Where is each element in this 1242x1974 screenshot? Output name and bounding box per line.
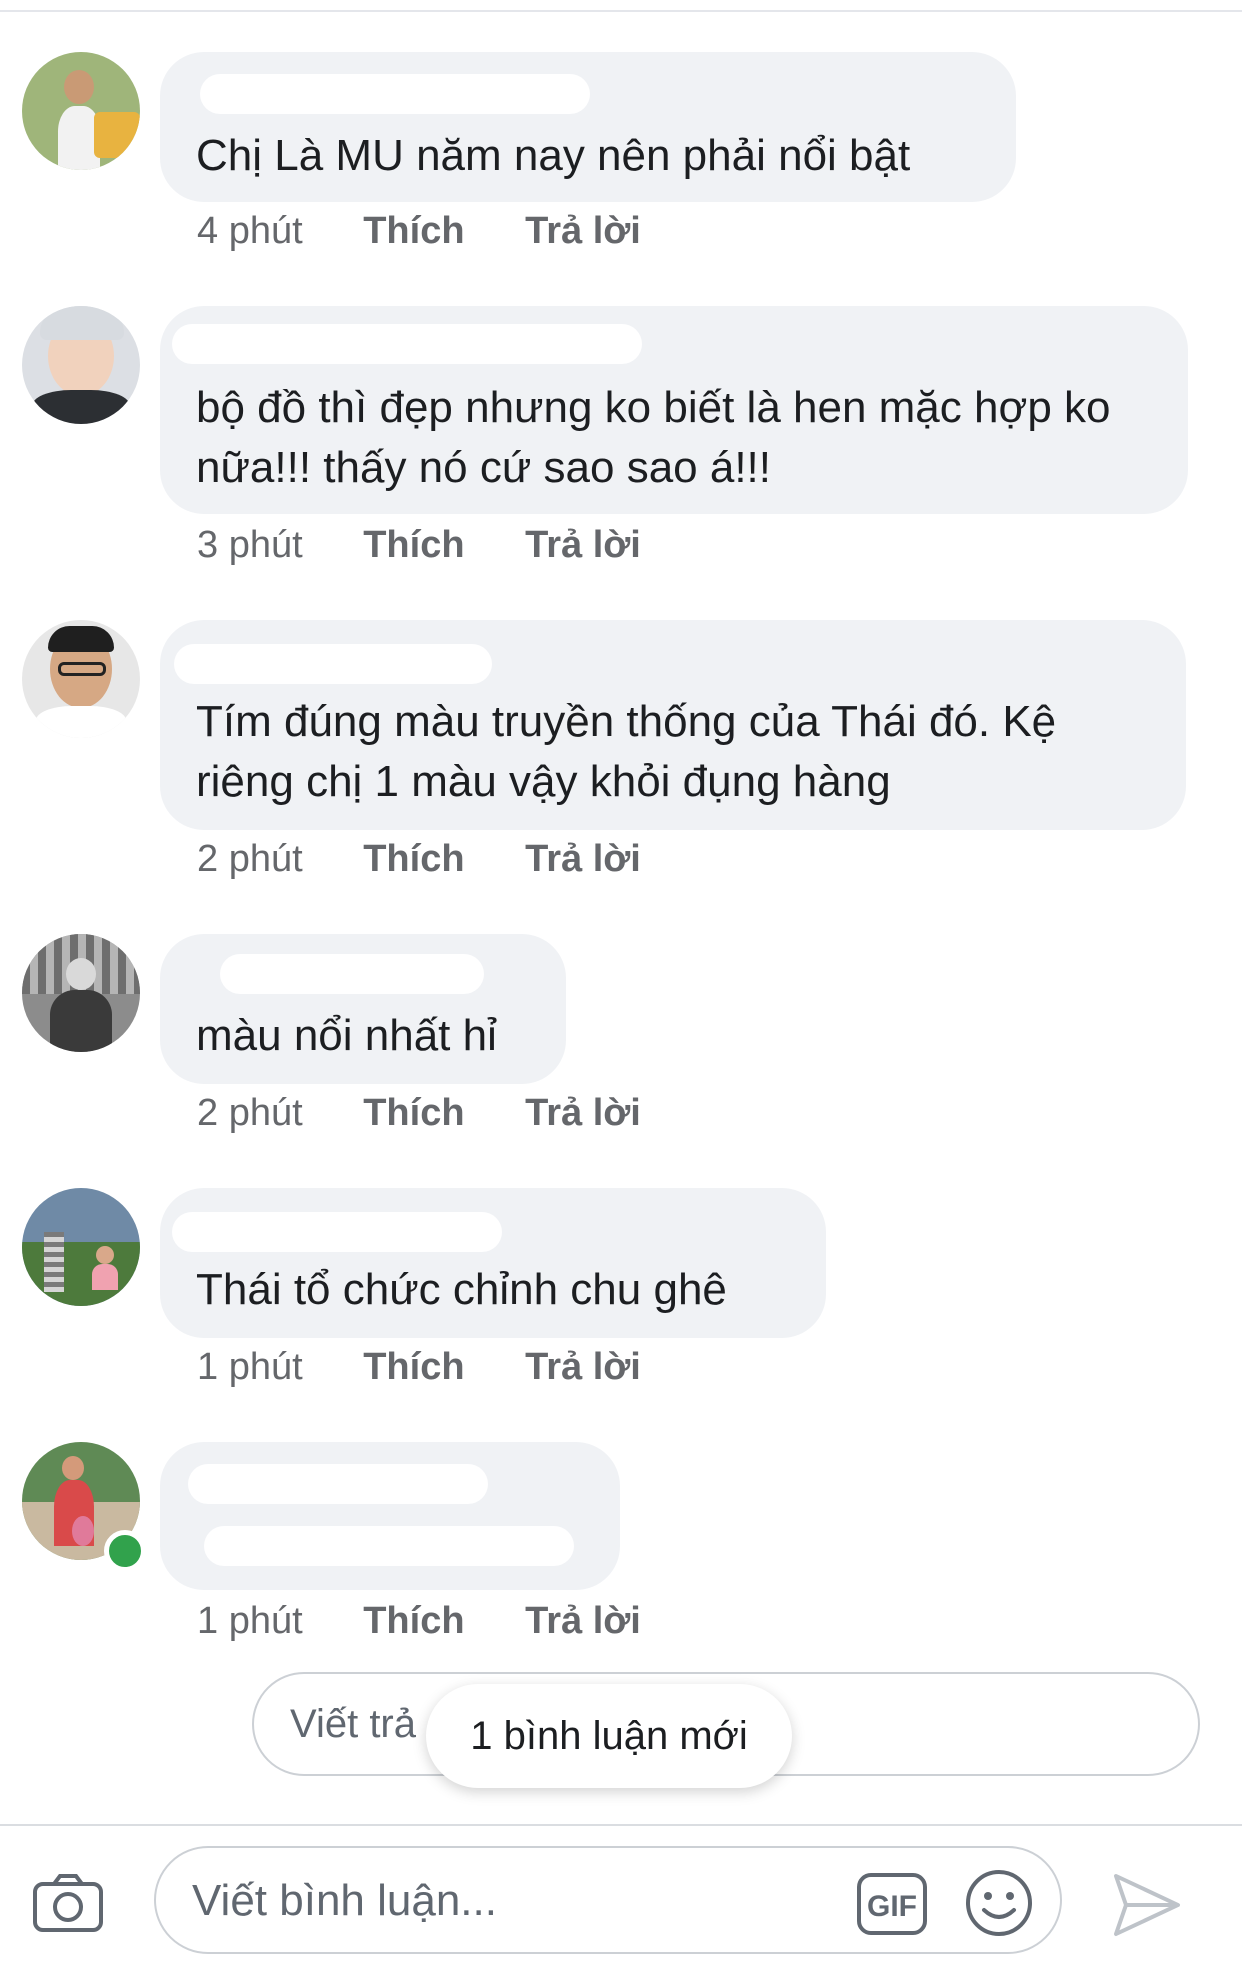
send-icon[interactable] — [1110, 1868, 1184, 1942]
comment-meta: 1 phút Thích Trả lời — [197, 1346, 691, 1389]
reply-link[interactable]: Trả lời — [525, 1600, 641, 1643]
reply-placeholder: Viết trả — [290, 1702, 416, 1746]
comment-placeholder: Viết bình luận... — [192, 1876, 497, 1925]
comment-bubble[interactable]: Chị Là MU năm nay nên phải nổi bật — [160, 52, 1016, 202]
comment-composer: Viết bình luận... GIF — [0, 1824, 1242, 1974]
comment-bubble[interactable]: bộ đồ thì đẹp nhưng ko biết là hen mặc h… — [160, 306, 1188, 514]
comment-text: Tím đúng màu truyền thống của Thái đó. K… — [196, 697, 1057, 806]
emoji-icon[interactable] — [964, 1868, 1034, 1938]
redacted-name — [200, 74, 590, 114]
like-link[interactable]: Thích — [363, 838, 464, 881]
gif-icon[interactable]: GIF — [856, 1872, 928, 1936]
avatar[interactable] — [22, 306, 140, 424]
redacted-text — [204, 1526, 574, 1566]
top-divider — [0, 0, 1242, 12]
comment-bubble[interactable]: màu nổi nhất hỉ — [160, 934, 566, 1084]
comment-text: bộ đồ thì đẹp nhưng ko biết là hen mặc h… — [196, 383, 1111, 492]
comment-text: màu nổi nhất hỉ — [196, 1011, 497, 1060]
comment-meta: 4 phút Thích Trả lời — [197, 210, 691, 253]
like-link[interactable]: Thích — [363, 210, 464, 253]
like-link[interactable]: Thích — [363, 1346, 464, 1389]
reply-link[interactable]: Trả lời — [525, 1346, 641, 1389]
svg-text:GIF: GIF — [867, 1890, 917, 1923]
comment-time: 2 phút — [197, 838, 303, 880]
reply-link[interactable]: Trả lời — [525, 210, 641, 253]
new-comments-button[interactable]: 1 bình luận mới — [426, 1684, 792, 1788]
comment-meta: 2 phút Thích Trả lời — [197, 838, 691, 881]
redacted-name — [172, 324, 642, 364]
redacted-name — [220, 954, 484, 994]
avatar[interactable] — [22, 52, 140, 170]
comment-time: 3 phút — [197, 524, 303, 566]
like-link[interactable]: Thích — [363, 524, 464, 567]
comment-time: 4 phút — [197, 210, 303, 252]
comment-meta: 3 phút Thích Trả lời — [197, 524, 691, 567]
reply-link[interactable]: Trả lời — [525, 1092, 641, 1135]
comment-meta: 2 phút Thích Trả lời — [197, 1092, 691, 1135]
comment-input[interactable]: Viết bình luận... GIF — [154, 1846, 1062, 1954]
avatar[interactable] — [22, 934, 140, 1052]
avatar[interactable] — [22, 1188, 140, 1306]
comment-meta: 1 phút Thích Trả lời — [197, 1600, 691, 1643]
comment-bubble[interactable]: Thái tổ chức chỉnh chu ghê — [160, 1188, 826, 1338]
avatar[interactable] — [22, 620, 140, 738]
like-link[interactable]: Thích — [363, 1600, 464, 1643]
comment-bubble[interactable]: Tím đúng màu truyền thống của Thái đó. K… — [160, 620, 1186, 830]
comment-time: 1 phút — [197, 1600, 303, 1642]
reply-link[interactable]: Trả lời — [525, 524, 641, 567]
comment-time: 1 phút — [197, 1346, 303, 1388]
comment-text: Chị Là MU năm nay nên phải nổi bật — [196, 131, 911, 180]
comment-text: Thái tổ chức chỉnh chu ghê — [196, 1265, 727, 1314]
redacted-name — [172, 1212, 502, 1252]
like-link[interactable]: Thích — [363, 1092, 464, 1135]
comment-time: 2 phút — [197, 1092, 303, 1134]
redacted-name — [188, 1464, 488, 1504]
online-status-icon — [104, 1530, 146, 1572]
reply-link[interactable]: Trả lời — [525, 838, 641, 881]
comment-bubble[interactable] — [160, 1442, 620, 1590]
camera-icon[interactable] — [32, 1872, 104, 1934]
redacted-name — [174, 644, 492, 684]
